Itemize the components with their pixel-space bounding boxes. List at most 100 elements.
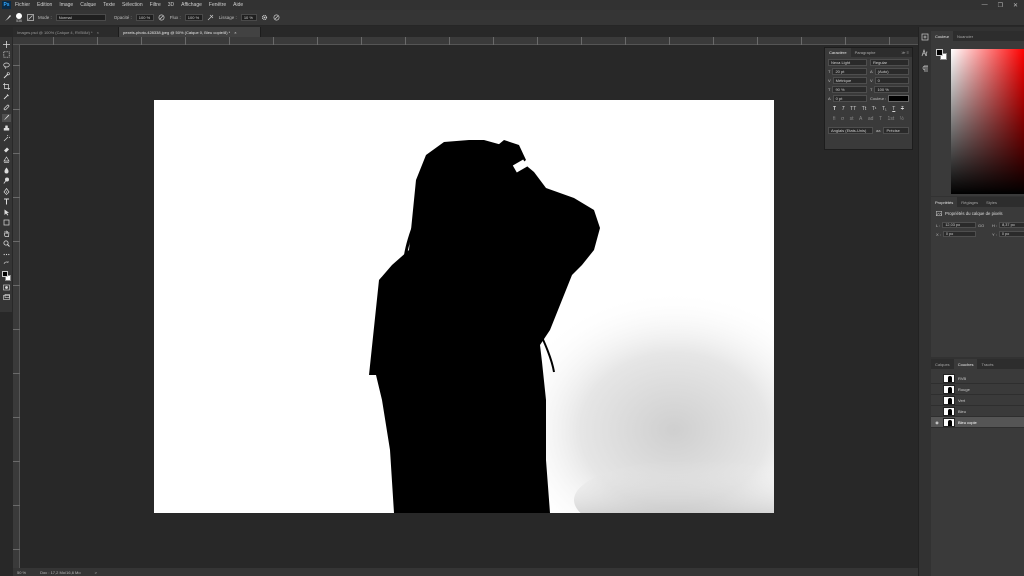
- tab-reglages[interactable]: Réglages: [957, 197, 982, 207]
- strikethrough-button[interactable]: T: [901, 106, 904, 112]
- dodge-icon[interactable]: [2, 177, 11, 186]
- stylistic-alternates-button[interactable]: A: [859, 116, 862, 122]
- healing-icon[interactable]: [2, 103, 11, 112]
- titling-alternates-button[interactable]: ad: [868, 116, 874, 122]
- history-panel-icon[interactable]: [921, 33, 929, 43]
- swash-button[interactable]: st: [850, 116, 854, 122]
- antialias-select[interactable]: Précise: [883, 127, 909, 134]
- tracking-control[interactable]: V 0: [870, 77, 909, 84]
- tab-nuancier[interactable]: Nuancier: [953, 31, 977, 41]
- channel-row-vert[interactable]: Vert: [931, 395, 1024, 406]
- smoothing-field[interactable]: 10 %: [240, 14, 257, 21]
- tracking-field[interactable]: 0: [874, 77, 909, 84]
- move-icon[interactable]: [2, 40, 11, 49]
- character-panel-icon[interactable]: [921, 48, 929, 59]
- menu-fenetre[interactable]: Fenêtre: [209, 2, 226, 8]
- foreground-color-swatch[interactable]: [936, 49, 943, 56]
- menu-selection[interactable]: Sélection: [122, 2, 143, 8]
- menu-texte[interactable]: Texte: [103, 2, 115, 8]
- pressure-size-icon[interactable]: [273, 14, 281, 22]
- path-select-icon[interactable]: [2, 208, 11, 217]
- faux-italic-button[interactable]: T: [842, 106, 845, 112]
- text-color-control[interactable]: Couleur :: [870, 95, 909, 102]
- channel-row-bleu[interactable]: Bleu: [931, 406, 1024, 417]
- all-caps-button[interactable]: TT: [850, 106, 856, 112]
- channel-row-rvb[interactable]: RVB: [931, 373, 1024, 384]
- menu-3d[interactable]: 3D: [168, 2, 174, 8]
- tab-couches[interactable]: Couches: [953, 359, 978, 369]
- document-canvas[interactable]: [154, 100, 774, 513]
- airbrush-icon[interactable]: [207, 14, 215, 22]
- x-field[interactable]: 0 po: [942, 231, 976, 237]
- close-icon[interactable]: ×: [97, 30, 99, 35]
- language-select[interactable]: Anglais (Etats-Unis): [828, 127, 874, 134]
- panel-menu-icon[interactable]: ≫ ≡: [901, 50, 912, 55]
- kerning-control[interactable]: V Métrique: [828, 77, 867, 84]
- tab-calques[interactable]: Calques: [931, 359, 954, 369]
- tab-images-psd[interactable]: Images.psd @ 100% (Calque 4, RVB/8#) * ×: [13, 27, 119, 37]
- leading-control[interactable]: A (Auto): [870, 68, 909, 75]
- gradient-icon[interactable]: [2, 156, 11, 165]
- tab-styles[interactable]: Styles: [982, 197, 1001, 207]
- quick-mask-icon[interactable]: [2, 283, 11, 292]
- font-family-select[interactable]: Nexa Light: [828, 59, 867, 66]
- pressure-opacity-icon[interactable]: [158, 14, 166, 22]
- subscript-button[interactable]: T₁: [882, 106, 887, 112]
- mode-select[interactable]: Normal: [55, 14, 106, 21]
- foreground-background-swatch[interactable]: [1, 271, 11, 281]
- hand-icon[interactable]: [2, 229, 11, 238]
- horizontal-scale-field[interactable]: 100 %: [874, 86, 909, 93]
- type-icon[interactable]: [2, 198, 11, 207]
- screen-mode-icon[interactable]: [2, 294, 11, 303]
- small-caps-button[interactable]: Tt: [862, 106, 866, 112]
- fractions-button[interactable]: ½: [900, 116, 904, 122]
- status-menu-arrow[interactable]: >: [95, 570, 97, 575]
- ordinals-button[interactable]: 1st: [888, 116, 895, 122]
- channel-row-bleu-copie[interactable]: ◉ Bleu copie: [931, 417, 1024, 428]
- eye-icon[interactable]: ◉: [934, 420, 940, 425]
- flow-field[interactable]: 100 %: [184, 14, 203, 21]
- y-control[interactable]: Y : 0 po: [992, 231, 1024, 237]
- brush-tool-icon[interactable]: [4, 14, 12, 22]
- baseline-control[interactable]: A 0 pt: [828, 95, 867, 102]
- tab-couleur[interactable]: Couleur: [931, 31, 954, 41]
- lasso-icon[interactable]: [2, 61, 11, 70]
- close-icon[interactable]: ✕: [1013, 2, 1018, 9]
- history-brush-icon[interactable]: [2, 135, 11, 144]
- height-control[interactable]: H : 8,37 po: [992, 222, 1024, 228]
- more-icon[interactable]: [2, 250, 11, 259]
- leading-field[interactable]: (Auto): [874, 68, 909, 75]
- text-color-swatch[interactable]: [888, 95, 909, 102]
- tab-pexels-photo[interactable]: pexels-photo-428338.jpeg @ 50% (Calque 0…: [119, 27, 261, 37]
- font-size-field[interactable]: 20 pt: [832, 68, 867, 75]
- menu-calque[interactable]: Calque: [80, 2, 96, 8]
- pen-icon[interactable]: [2, 187, 11, 196]
- paragraph-panel-icon[interactable]: [921, 65, 929, 75]
- brush-preset-picker[interactable]: 536: [16, 12, 22, 23]
- vertical-scale-control[interactable]: T 90 %: [828, 86, 867, 93]
- ligature-button[interactable]: fi: [833, 116, 836, 122]
- zoom-icon[interactable]: [2, 240, 11, 249]
- brush-panel-icon[interactable]: [26, 14, 34, 22]
- shape-icon[interactable]: [2, 219, 11, 228]
- menu-aide[interactable]: Aide: [233, 2, 243, 8]
- menu-affichage[interactable]: Affichage: [181, 2, 202, 8]
- baseline-field[interactable]: 0 pt: [832, 95, 867, 102]
- brush-icon[interactable]: [1, 113, 11, 122]
- kerning-field[interactable]: Métrique: [832, 77, 867, 84]
- channel-row-rouge[interactable]: Rouge: [931, 384, 1024, 395]
- width-control[interactable]: L : 12,03 po: [936, 222, 976, 228]
- gear-icon[interactable]: [261, 14, 269, 22]
- quick-select-icon[interactable]: [2, 72, 11, 81]
- maximize-icon[interactable]: ❐: [998, 2, 1003, 9]
- y-field[interactable]: 0 po: [998, 231, 1024, 237]
- blur-icon[interactable]: [2, 166, 11, 175]
- marquee-icon[interactable]: [2, 51, 11, 60]
- menu-fichier[interactable]: Fichier: [15, 2, 30, 8]
- close-icon[interactable]: ×: [234, 30, 236, 35]
- faux-bold-button[interactable]: T: [833, 106, 836, 112]
- menu-filtre[interactable]: Filtre: [150, 2, 161, 8]
- tab-caractere[interactable]: Caractère: [825, 48, 851, 57]
- foreground-color-swatch[interactable]: [1, 271, 8, 277]
- eyedropper-icon[interactable]: [2, 93, 11, 102]
